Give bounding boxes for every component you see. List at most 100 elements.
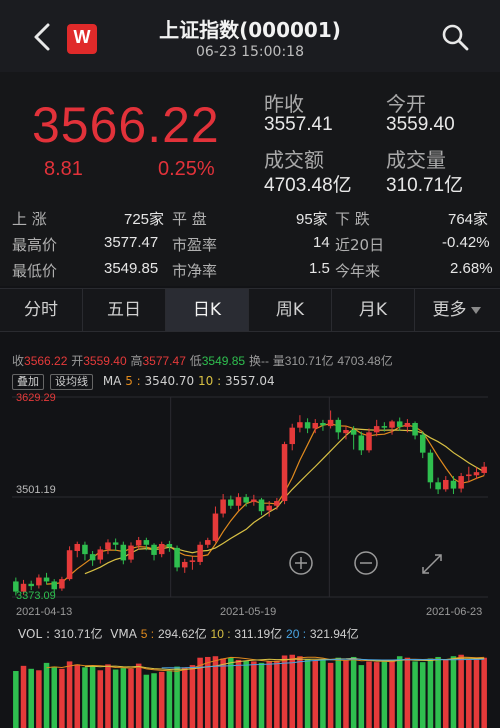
volume-bar <box>304 659 311 728</box>
candle <box>112 542 119 545</box>
page-title: 上证指数(000001) <box>159 18 341 42</box>
candle <box>66 550 73 580</box>
zoom-out-icon[interactable] <box>354 551 378 575</box>
top-bar: W 上证指数(000001) 06-23 15:00:18 <box>0 0 500 72</box>
tab-more-label: 更多 <box>432 300 467 320</box>
volume-bar <box>335 657 342 728</box>
stat-pe-label: 市盈率 <box>172 236 218 254</box>
candle <box>473 472 480 476</box>
stat-ytd-value: 2.68% <box>450 260 493 277</box>
amount-value-small: 4703.48亿 <box>337 354 393 368</box>
stat-down-label: 下 跌 <box>335 210 370 228</box>
volume-bar <box>228 657 234 728</box>
candle <box>350 430 357 435</box>
quote-datetime: 06-23 15:00:18 <box>195 44 304 60</box>
volume-bar <box>158 671 165 728</box>
candle <box>435 482 441 490</box>
dropdown-arrow-icon <box>470 306 481 314</box>
tab-five-day[interactable]: 五日 <box>83 289 166 331</box>
search-icon[interactable] <box>440 22 470 52</box>
volume-bar <box>443 659 449 728</box>
stat-pb-value: 1.5 <box>309 260 330 277</box>
tab-intraday[interactable]: 分时 <box>0 289 83 331</box>
turnover-value: 4703.48亿 <box>264 175 352 196</box>
close-value: 3566.22 <box>24 354 68 368</box>
tab-daily-k[interactable]: 日K <box>166 289 249 331</box>
candle <box>82 544 88 555</box>
candle <box>343 430 349 434</box>
last-price: 3566.22 <box>32 97 220 153</box>
vol-label: VOL : <box>18 627 50 641</box>
volume-bar <box>105 664 111 728</box>
volume-value: 310.71亿 <box>386 175 464 196</box>
candle <box>120 544 127 561</box>
volume-bar <box>473 658 480 728</box>
candle <box>51 581 57 590</box>
volume-bar <box>266 661 272 728</box>
volume-bar <box>166 670 173 728</box>
price-change-percent: 0.25% <box>158 158 215 180</box>
vma-label: VMA <box>110 627 137 641</box>
vma20-label: 20 : <box>286 627 307 641</box>
volume-bar <box>120 668 127 728</box>
tab-more[interactable]: 更多 <box>415 289 498 331</box>
stat-d20-label: 近20日 <box>335 236 385 254</box>
open-label-small: 开 <box>71 354 84 368</box>
volume-bar <box>258 662 265 728</box>
vma5-value: 294.62亿 <box>157 627 207 641</box>
volume-bar <box>297 656 303 728</box>
prev-close-label: 昨收 <box>264 92 304 116</box>
stat-high-value: 3577.47 <box>104 234 159 251</box>
volume-bar <box>28 668 34 728</box>
tab-weekly-k[interactable]: 周K <box>249 289 332 331</box>
volume-bar <box>181 667 188 728</box>
candle <box>266 505 272 511</box>
candle <box>427 452 434 483</box>
fullscreen-icon[interactable] <box>422 554 442 574</box>
y-tick-label: 3373.09 <box>16 590 56 602</box>
candle <box>43 577 50 582</box>
tab-monthly-k[interactable]: 月K <box>332 289 415 331</box>
zoom-in-icon[interactable] <box>289 551 313 575</box>
vma5-label: 5 : <box>140 627 155 641</box>
volume-bar <box>112 669 119 728</box>
candle <box>105 542 111 550</box>
volume-bar <box>251 661 257 728</box>
candle <box>97 549 104 560</box>
kline-chart[interactable]: 3629.29 3501.19 3373.09 2021-04-13 2021-… <box>0 385 500 625</box>
close-label: 收 <box>12 354 25 368</box>
volume-info: VOL : 310.71亿 VMA 5 : 294.62亿 10 : 311.1… <box>18 625 359 642</box>
volume-bar <box>135 663 142 728</box>
candle <box>158 543 165 555</box>
candle <box>189 560 196 562</box>
candle <box>258 499 265 512</box>
candle <box>404 422 411 427</box>
volume-bar <box>450 656 457 728</box>
volume-bar <box>481 657 487 728</box>
candle <box>143 540 150 545</box>
volume-bar <box>327 662 334 728</box>
volume-bar <box>212 656 219 728</box>
vma20-value: 321.94亿 <box>309 627 359 641</box>
volume-bar <box>312 660 319 728</box>
candle <box>228 499 234 506</box>
candle <box>135 540 142 546</box>
volume-label-small: 量 <box>272 354 285 368</box>
volume-bar <box>381 660 388 728</box>
candle <box>419 434 426 453</box>
high-value-small: 3577.47 <box>142 354 186 368</box>
open-label: 今开 <box>386 92 426 116</box>
candle <box>212 513 219 541</box>
volume-bar <box>174 666 180 728</box>
volume-bar <box>205 656 211 728</box>
stat-pb-label: 市净率 <box>172 262 218 280</box>
stat-down-value: 764家 <box>448 211 489 228</box>
candle <box>59 579 65 589</box>
candle <box>304 422 311 429</box>
volume-bar <box>43 662 50 728</box>
candle <box>205 540 211 545</box>
volume-bar <box>235 659 242 728</box>
stat-flat-value: 95家 <box>296 211 328 228</box>
volume-bar <box>343 660 349 728</box>
candle <box>458 476 464 489</box>
